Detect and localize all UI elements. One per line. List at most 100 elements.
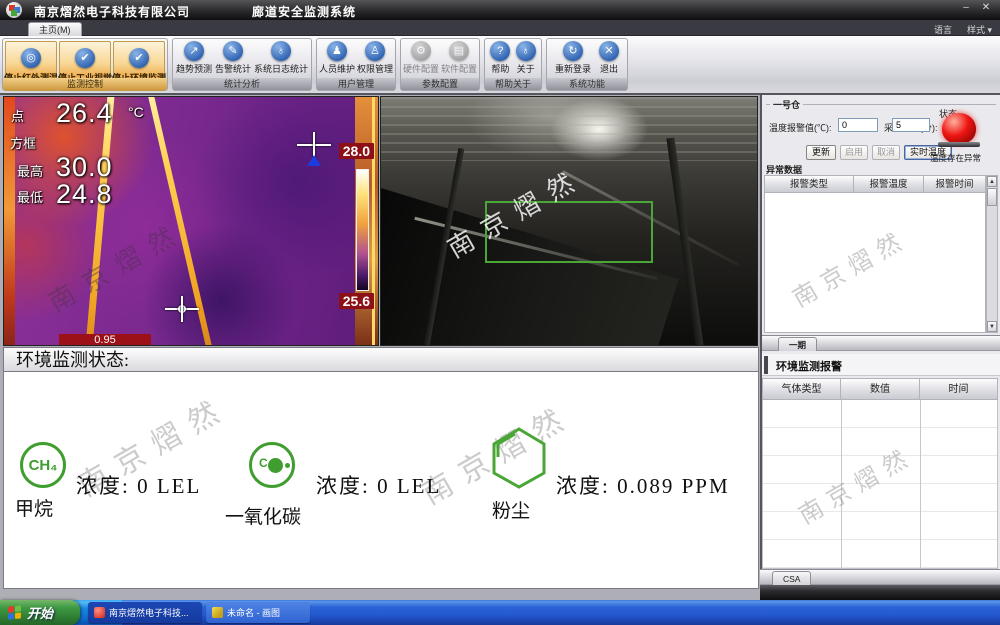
camera-ceiling xyxy=(381,97,758,161)
env-status-header: 环境监测状态: xyxy=(3,347,759,372)
ribbon-group-param-config: ⚙ 硬件配置 ▤ 软件配置 参数配置 xyxy=(400,38,480,91)
taskbar-item-app[interactable]: 南京熠然电子科技... xyxy=(88,602,202,623)
hardware-config-button[interactable]: ⚙ 硬件配置 xyxy=(403,40,439,75)
methane-reading: 浓度: 0 LEL xyxy=(76,470,201,500)
relogin-button[interactable]: ↻ 重新登录 xyxy=(555,40,591,75)
env-col-gas[interactable]: 气体类型 xyxy=(762,378,841,400)
watermark: 南京熠然 xyxy=(791,436,919,530)
group-label-user-mgmt: 用户管理 xyxy=(317,78,395,90)
exit-button[interactable]: ✕ 退出 xyxy=(599,40,619,75)
personnel-button[interactable]: ♟ 人员维护 xyxy=(319,40,355,75)
co-reading: 浓度: 0 LEL xyxy=(316,470,441,500)
env-col-value[interactable]: 数值 xyxy=(841,378,920,400)
syslog-stats-button[interactable]: ♁ 系统日志统计 xyxy=(254,40,308,75)
dust-icon xyxy=(491,427,547,489)
min-label: 最低 xyxy=(17,187,43,206)
ribbon-group-system: ↻ 重新登录 ✕ 退出 系统功能 xyxy=(546,38,628,91)
windows-flag-icon xyxy=(8,605,22,620)
taskbar-item-paint[interactable]: 未命名 - 画图 xyxy=(206,602,310,623)
key-person-icon: ♙ xyxy=(365,41,385,61)
close-button[interactable]: ✕ xyxy=(978,2,994,15)
ribbon-tab-strip: 主页(M) 语言 样式 ▾ xyxy=(0,20,1000,36)
tab-home[interactable]: 主页(M) xyxy=(28,22,82,36)
ribbon-group-statistics: ↗ 趋势预测 ✎ 告警统计 ♁ 系统日志统计 统计分析 xyxy=(172,38,312,91)
temp-alarm-input[interactable] xyxy=(838,118,878,132)
header-accent-bar xyxy=(764,356,768,374)
env-alarm-title: 环境监测报警 xyxy=(776,358,842,374)
minimize-button[interactable]: – xyxy=(958,2,974,15)
stop-infrared-icon: ◎ xyxy=(21,48,41,68)
watermark: 南京熠然 xyxy=(41,211,191,319)
help-button[interactable]: ? 帮助 xyxy=(490,40,510,75)
scroll-down-icon[interactable]: ▼ xyxy=(987,321,997,332)
max-label: 最高 xyxy=(17,161,43,180)
menu-style[interactable]: 样式 ▾ xyxy=(967,23,992,36)
paint-task-icon xyxy=(212,607,223,618)
panel-bottom-strip xyxy=(760,585,1000,600)
methane-icon: CH₄ xyxy=(20,442,66,488)
permission-button[interactable]: ♙ 权限管理 xyxy=(357,40,393,75)
alarm-stats-button[interactable]: ✎ 告警统计 xyxy=(215,40,251,75)
update-button[interactable]: 更新 xyxy=(806,145,836,160)
scale-min-value: 25.6 xyxy=(339,293,374,309)
env-status-panel: 南京熠然 南京熠然 CH₄ 甲烷 浓度: 0 LEL C 一氧化碳 浓度: 0 … xyxy=(3,372,759,589)
lamp-caption: 温度存在异常 xyxy=(930,152,981,164)
group-label-monitor-control: 监测控制 xyxy=(3,78,167,90)
tab-csa[interactable]: CSA xyxy=(772,571,811,585)
min-temperature: 24.8 xyxy=(56,179,113,210)
alarm-lamp-icon xyxy=(942,113,976,144)
alarm-col-time[interactable]: 报警时间 xyxy=(924,175,986,193)
software-config-button[interactable]: ▤ 软件配置 xyxy=(441,40,477,75)
interval-input[interactable] xyxy=(892,118,930,132)
trend-forecast-button[interactable]: ↗ 趋势预测 xyxy=(176,40,212,75)
group-label-param-config: 参数配置 xyxy=(401,78,479,90)
group-label-system: 系统功能 xyxy=(547,78,627,90)
sensor-name-dust: 粉尘 xyxy=(492,496,530,523)
tab-phase-1[interactable]: 一期 xyxy=(778,337,817,351)
ribbon-toolbar: ◎ 停止红外测温 ✔ 停止工业视觉 ✔ 停止环境监测 监测控制 ↗ 趋势预测 xyxy=(0,36,1000,95)
ribbon-group-user-mgmt: ♟ 人员维护 ♙ 权限管理 用户管理 xyxy=(316,38,396,91)
emissivity-badge: 0.95 xyxy=(59,334,151,346)
globe-icon: ♁ xyxy=(516,41,536,61)
refresh-icon: ↻ xyxy=(563,41,583,61)
column-divider xyxy=(920,400,921,568)
co-small-dot xyxy=(285,463,290,468)
cancel-button[interactable]: 取消 xyxy=(872,145,900,160)
close-circle-icon: ✕ xyxy=(599,41,619,61)
globe-icon: ♁ xyxy=(271,41,291,61)
temperature-scale-bar xyxy=(356,169,369,291)
window-title-app: 廊道安全监测系统 xyxy=(252,3,356,20)
alarm-table-body: 南京熠然 xyxy=(764,193,986,333)
scroll-thumb[interactable] xyxy=(987,188,997,206)
carbon-monoxide-icon: C xyxy=(249,442,295,488)
ribbon-group-help-about: ? 帮助 ♁ 关于 帮助关于 xyxy=(484,38,542,91)
env-col-time[interactable]: 时间 xyxy=(920,378,998,400)
group-label-statistics: 统计分析 xyxy=(173,78,311,90)
sensor-name-methane: 甲烷 xyxy=(15,494,53,521)
title-bar: 南京熠然电子科技有限公司 廊道安全监测系统 – ✕ xyxy=(0,0,1000,20)
scroll-up-icon[interactable]: ▲ xyxy=(987,176,997,187)
group-label-help-about: 帮助关于 xyxy=(485,78,541,90)
enable-button[interactable]: 启用 xyxy=(840,145,868,160)
alarm-col-temp[interactable]: 报警温度 xyxy=(854,175,924,193)
about-button[interactable]: ♁ 关于 xyxy=(516,40,536,75)
co-dot xyxy=(268,458,283,473)
env-alarm-table-body: 南京熠然 xyxy=(762,400,998,569)
checkmark-icon: ✔ xyxy=(75,48,95,68)
alarm-table-scrollbar[interactable]: ▲ ▼ xyxy=(986,175,998,333)
spot-label: 点 xyxy=(11,106,24,125)
gear-icon: ⚙ xyxy=(411,41,431,61)
alarm-col-type[interactable]: 报警类型 xyxy=(764,175,854,193)
visible-camera-view[interactable]: 南京熠然 xyxy=(380,96,758,346)
trend-icon: ↗ xyxy=(184,41,204,61)
thermal-camera-view[interactable]: 南京熠然 点 26.4 °C 方框 最高 30.0 最低 24.8 28.0 2… xyxy=(3,96,379,346)
person-icon: ♟ xyxy=(327,41,347,61)
spot-temperature: 26.4 xyxy=(56,98,113,129)
min-marker-triangle xyxy=(307,155,321,166)
csa-tab-strip: CSA xyxy=(760,569,1000,585)
start-button[interactable]: 开始 xyxy=(0,600,80,625)
taskbar: 开始 南京熠然电子科技... 未命名 - 画图 ‹ 15:14 xyxy=(0,600,1000,625)
temperature-unit: °C xyxy=(128,104,144,120)
menu-language[interactable]: 语言 xyxy=(934,23,952,36)
application-window: 南京熠然电子科技有限公司 廊道安全监测系统 – ✕ 主页(M) 语言 样式 ▾ … xyxy=(0,0,1000,625)
